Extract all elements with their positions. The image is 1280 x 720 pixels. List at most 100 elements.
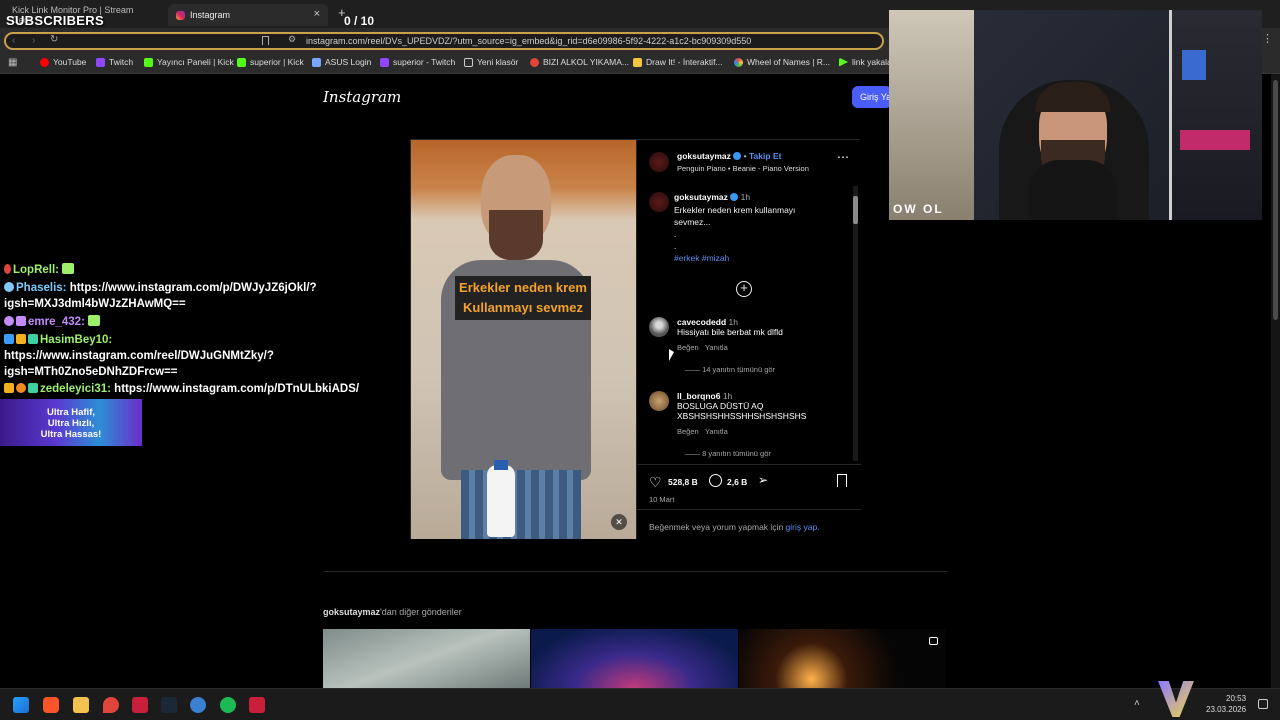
like-heart-icon[interactable]: ♡ xyxy=(649,474,662,491)
caption-hashtags[interactable]: #erkek #mizah xyxy=(674,252,795,264)
gem-badge-icon xyxy=(4,316,14,326)
divider xyxy=(323,571,947,572)
cam-nameplate: OW OL xyxy=(893,202,944,216)
more-post-thumbnail[interactable] xyxy=(323,629,530,688)
caption-header: goksutaymaz 1h xyxy=(674,192,750,202)
more-post-thumbnail[interactable] xyxy=(739,629,946,688)
bookmark-label: Wheel of Names | R... xyxy=(747,57,830,67)
caption-line: Erkekler neden krem kullanmayı xyxy=(674,205,796,215)
comment-icon[interactable] xyxy=(709,474,722,487)
chat-username: LopRell: xyxy=(13,264,59,276)
app-icon[interactable] xyxy=(190,697,206,713)
comment-like-button[interactable]: Beğen xyxy=(677,343,699,352)
instagram-post: Erkekler neden krem Kullanmayı sevmez ✕ … xyxy=(410,139,861,539)
view-replies-button[interactable]: 8 yanıtın tümünü gör xyxy=(702,449,771,458)
spotify-icon[interactable] xyxy=(220,697,236,713)
bookmark-youtube[interactable]: YouTube xyxy=(40,57,86,67)
url-box[interactable]: ‹ › ↻ ⚙ instagram.com/reel/DVs_UPEDVDZ/?… xyxy=(4,32,884,50)
share-icon[interactable]: ➢ xyxy=(758,473,768,487)
comment-username[interactable]: cavecodedd xyxy=(677,317,726,327)
bookmark-label: superior | Kick xyxy=(250,57,304,67)
save-bookmark-icon[interactable] xyxy=(837,474,847,487)
view-replies-button[interactable]: 14 yanıtın tümünü gör xyxy=(702,365,775,374)
page-scrollbar-thumb[interactable] xyxy=(1273,80,1278,320)
bookmark-twitch[interactable]: Twitch xyxy=(96,57,133,67)
app-icon[interactable] xyxy=(249,697,265,713)
load-more-comments-icon[interactable]: + xyxy=(736,281,752,297)
chat-text: https://www.instagram.com/p/DTnULbkiADS/ xyxy=(114,383,360,395)
apps-grid-icon[interactable]: ▦ xyxy=(8,57,17,68)
bookmark-bizi-alkol[interactable]: BIZI ALKOL YIKAMA... xyxy=(530,57,629,67)
close-tab-icon[interactable]: × xyxy=(314,8,320,20)
forward-icon[interactable]: › xyxy=(32,35,35,46)
twitch-icon xyxy=(96,57,105,67)
comment-reply-button[interactable]: Yanıtla xyxy=(705,427,728,436)
bookmark-superior-twitch[interactable]: superior - Twitch xyxy=(380,57,455,67)
instagram-logo[interactable]: Instagram xyxy=(323,88,401,106)
commenter-avatar[interactable] xyxy=(649,391,669,411)
bookmark-label: Yayıncı Paneli | Kick xyxy=(157,57,234,67)
more-post-thumbnail[interactable] xyxy=(531,629,738,688)
comment-text: XBSHSHSHHSSHHSHSHSHSHS xyxy=(677,411,807,421)
comments-scrollbar[interactable] xyxy=(853,186,858,461)
notification-icon[interactable] xyxy=(1258,699,1268,709)
reload-icon[interactable]: ↻ xyxy=(50,34,58,45)
cam-wall-art xyxy=(889,10,974,220)
bookmark-yeni-klasor[interactable]: Yeni klasör xyxy=(464,57,518,67)
author-avatar[interactable] xyxy=(649,192,669,212)
reel-video[interactable]: Erkekler neden krem Kullanmayı sevmez ✕ xyxy=(411,140,636,539)
bookmark-asus-login[interactable]: ASUS Login xyxy=(312,57,371,67)
comment: cavecodedd 1h Hissiyatı bile berbat mk d… xyxy=(677,317,783,374)
divider xyxy=(637,464,861,465)
login-link[interactable]: giriş yap. xyxy=(786,522,820,532)
follow-button[interactable]: Takip Et xyxy=(749,151,781,161)
comment-reply-button[interactable]: Yanıtla xyxy=(705,343,728,352)
chat-message: Phaselis: https://www.instagram.com/p/DW… xyxy=(4,280,317,312)
location-app-icon[interactable] xyxy=(103,697,119,713)
person-pants xyxy=(461,470,581,539)
start-windows-icon[interactable] xyxy=(13,697,29,713)
draw-icon xyxy=(633,57,642,67)
mouse-cursor-icon xyxy=(669,349,674,361)
bookmark-label: YouTube xyxy=(53,57,87,67)
coin-badge-icon xyxy=(16,383,26,393)
bookmark-superior-kick[interactable]: superior | Kick xyxy=(237,57,304,67)
comment-like-button[interactable]: Beğen xyxy=(677,427,699,436)
chat-message: HasimBey10: https://www.instagram.com/re… xyxy=(4,332,274,380)
webcam-overlay: OW OL xyxy=(889,10,1262,220)
bottle-cap xyxy=(494,460,508,470)
author-avatar[interactable] xyxy=(649,152,669,172)
back-icon[interactable]: ‹ xyxy=(12,35,15,46)
tab-instagram[interactable]: Instagram × xyxy=(168,4,328,26)
author-username[interactable]: goksutaymaz xyxy=(677,151,731,161)
audio-track[interactable]: Penguin Piano • Beanie - Piano Version xyxy=(677,164,809,173)
login-button[interactable]: Giriş Yap xyxy=(852,86,892,108)
caption-username[interactable]: goksutaymaz xyxy=(674,192,728,202)
comment-username[interactable]: ll_borqno6 xyxy=(677,391,720,401)
more-options-icon[interactable]: ⋯ xyxy=(837,150,849,164)
more-posts-username[interactable]: goksutaymaz xyxy=(323,607,380,617)
bookmark-page-icon[interactable] xyxy=(262,36,269,45)
page-scrollbar[interactable] xyxy=(1271,74,1280,688)
steam-icon[interactable] xyxy=(161,697,177,713)
commenter-avatar[interactable] xyxy=(649,317,669,337)
scrollbar-thumb[interactable] xyxy=(853,196,858,224)
bookmark-draw-it[interactable]: Draw It! - İnteraktif... xyxy=(633,57,723,67)
bookmark-link-yakala[interactable]: link yakala xyxy=(839,57,892,67)
brave-browser-icon[interactable] xyxy=(43,697,59,713)
post-date: 10 Mart xyxy=(649,495,675,504)
file-explorer-icon[interactable] xyxy=(73,697,89,713)
app-icon[interactable] xyxy=(132,697,148,713)
bookmark-yayinci-paneli[interactable]: Yayıncı Paneli | Kick xyxy=(144,57,234,67)
tray-chevron-icon[interactable]: ˄ xyxy=(1134,698,1140,709)
site-info-icon[interactable]: ⚙ xyxy=(288,34,296,45)
bookmark-wheel-of-names[interactable]: Wheel of Names | R... xyxy=(734,57,830,67)
mute-icon[interactable]: ✕ xyxy=(611,514,627,530)
post-sidebar: goksutaymaz • Takip Et Penguin Piano • B… xyxy=(636,140,861,539)
lotion-bottle xyxy=(487,465,515,537)
caption-line: sevmez... xyxy=(674,217,711,227)
gift-badge-icon xyxy=(16,316,26,326)
chat-message: zedeleyici31: https://www.instagram.com/… xyxy=(4,381,359,397)
tray-clock[interactable]: 20:53 23.03.2026 xyxy=(1206,693,1246,715)
menu-icon[interactable]: ⋮ xyxy=(1262,32,1273,45)
